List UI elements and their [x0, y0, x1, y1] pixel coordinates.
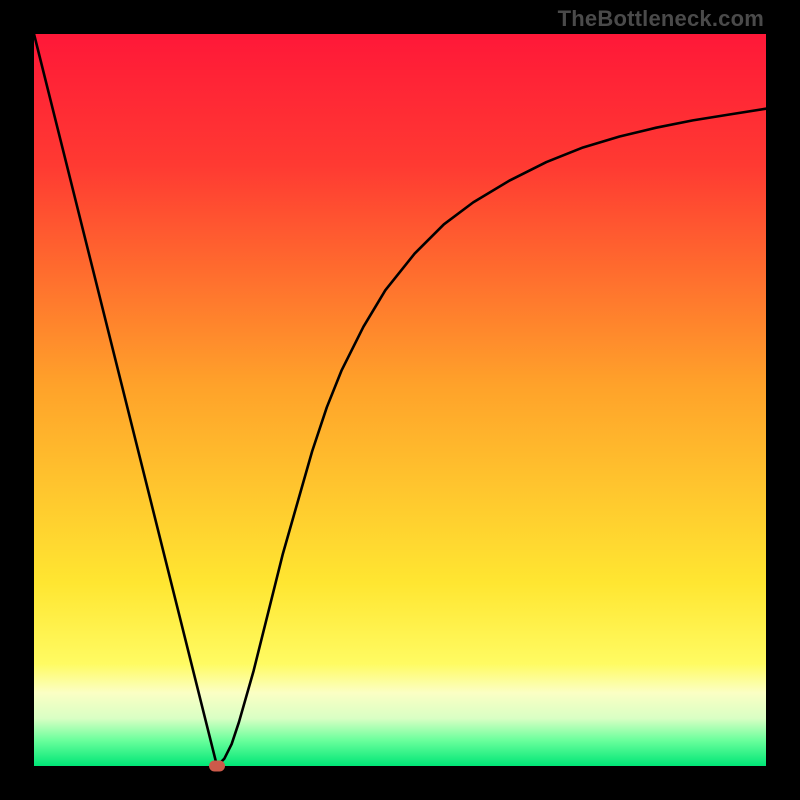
bottleneck-curve: [34, 34, 766, 766]
watermark-text: TheBottleneck.com: [558, 6, 764, 32]
plot-area: [34, 34, 766, 766]
curve-layer: [34, 34, 766, 766]
chart-frame: TheBottleneck.com: [0, 0, 800, 800]
optimal-point-marker: [209, 761, 225, 772]
